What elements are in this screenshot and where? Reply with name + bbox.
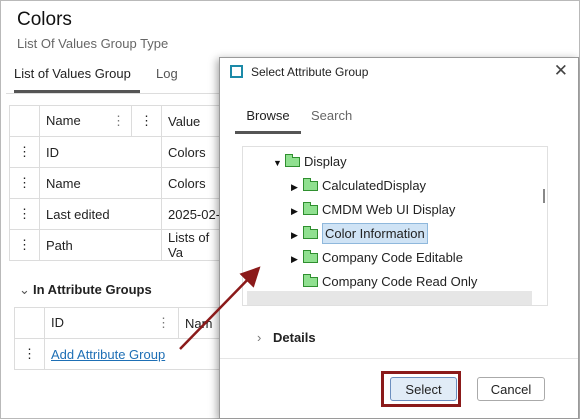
add-cell: Add Attribute Group — [44, 338, 224, 370]
tree-node-label: CMDM Web UI Display — [322, 202, 456, 217]
column-menu-icon[interactable]: ⋮ — [131, 105, 162, 137]
attribute-groups-table: ID ⋮ Nam ⋮ Add Attribute Group — [14, 307, 224, 370]
tab-label: Browse — [246, 108, 290, 123]
drag-handle-icon — [9, 105, 40, 137]
drag-handle-icon[interactable]: ⋮ — [9, 167, 40, 199]
table-row[interactable]: ⋮ Name Colors — [9, 167, 224, 199]
table-row: ⋮ Add Attribute Group — [14, 338, 224, 370]
dialog-window-icon — [230, 65, 243, 78]
properties-table: Name ⋮ ⋮ Value ⋮ ID Colors ⋮ Name Colors… — [9, 105, 224, 261]
chevron-down-icon: ⌄ — [19, 282, 30, 297]
header-label: Nam — [185, 315, 213, 331]
tree-node-color-information[interactable]: ▶ Color Information — [291, 223, 428, 245]
tree-node-company-code-read-only[interactable]: Company Code Read Only — [303, 271, 477, 293]
dialog-tabs: Browse Search — [235, 105, 565, 134]
page-title: Colors — [17, 9, 72, 30]
table-row[interactable]: ⋮ Path Lists of Va — [9, 229, 224, 261]
page-tabs: List of Values Group Log — [6, 66, 226, 94]
header-label: ID — [51, 315, 64, 330]
folder-icon — [285, 154, 300, 167]
header-label: Name — [46, 113, 81, 128]
tree-node-label: Company Code Read Only — [322, 274, 478, 289]
drag-handle-icon[interactable]: ⋮ — [9, 198, 40, 230]
table-header-row: Name ⋮ ⋮ Value — [9, 105, 224, 137]
cell-value: Colors — [161, 136, 224, 168]
cancel-button[interactable]: Cancel — [477, 377, 545, 401]
tab-label: Search — [311, 108, 353, 123]
column-menu-icon[interactable]: ⋮ — [112, 113, 131, 129]
folder-icon — [303, 202, 318, 215]
folder-icon — [303, 226, 318, 239]
cell-value: 2025-02- — [161, 198, 224, 230]
drag-handle-icon[interactable]: ⋮ — [9, 229, 40, 261]
horizontal-scrollbar[interactable] — [247, 291, 532, 305]
tab-label: List of Values Group — [14, 66, 131, 81]
tab-log[interactable]: Log — [156, 66, 178, 93]
table-row[interactable]: ⋮ ID Colors — [9, 136, 224, 168]
select-button[interactable]: Select — [390, 377, 457, 401]
expand-down-icon[interactable]: ▼ — [273, 152, 285, 174]
select-attribute-group-dialog: Select Attribute Group ✕ Browse Search ▼… — [219, 57, 579, 419]
cell-name: Last edited — [39, 198, 162, 230]
tree-node-label: CalculatedDisplay — [322, 178, 427, 193]
details-section-header[interactable]: › Details — [257, 330, 316, 345]
attribute-groups-section-header[interactable]: ⌄ In Attribute Groups — [19, 282, 152, 298]
dialog-title: Select Attribute Group — [251, 65, 369, 79]
tree-node-label-selected: Color Information — [322, 223, 428, 244]
expand-right-icon[interactable]: ▶ — [291, 176, 303, 198]
folder-icon — [303, 178, 318, 191]
folder-icon — [303, 274, 318, 287]
tab-list-of-values-group[interactable]: List of Values Group — [14, 66, 140, 93]
section-title: In Attribute Groups — [33, 282, 152, 297]
close-icon[interactable]: ✕ — [554, 61, 568, 81]
drag-handle-icon[interactable]: ⋮ — [14, 338, 45, 370]
tree-node-display[interactable]: ▼ Display — [273, 151, 347, 173]
column-header-name[interactable]: Name ⋮ — [39, 105, 132, 137]
column-header-name[interactable]: Nam — [178, 307, 224, 339]
column-menu-icon[interactable]: ⋮ — [157, 315, 178, 331]
table-row[interactable]: ⋮ Last edited 2025-02- — [9, 198, 224, 230]
attribute-group-tree: ▼ Display ▶ CalculatedDisplay ▶ CMDM Web UI… — [242, 146, 548, 306]
cell-name: Name — [39, 167, 162, 199]
tree-node-label: Company Code Editable — [322, 250, 463, 265]
cell-name: ID — [39, 136, 162, 168]
tab-search[interactable]: Search — [311, 105, 352, 134]
divider — [220, 358, 578, 359]
tab-label: Log — [156, 66, 178, 81]
tree-node-label: Display — [304, 154, 347, 169]
expand-right-icon[interactable]: ▶ — [291, 224, 303, 246]
cell-value: Lists of Va — [161, 229, 224, 261]
drag-handle-icon[interactable]: ⋮ — [9, 136, 40, 168]
expand-right-icon[interactable]: ▶ — [291, 248, 303, 270]
cell-name: Path — [39, 229, 162, 261]
details-label: Details — [273, 330, 316, 345]
tree-node-company-code-editable[interactable]: ▶ Company Code Editable — [291, 247, 463, 269]
table-header-row: ID ⋮ Nam — [14, 307, 224, 339]
tab-browse[interactable]: Browse — [235, 105, 301, 134]
dialog-titlebar: Select Attribute Group ✕ — [220, 58, 578, 86]
header-label: Value — [168, 113, 201, 129]
vertical-scrollbar[interactable] — [543, 189, 545, 203]
folder-icon — [303, 250, 318, 263]
column-header-value[interactable]: Value — [161, 105, 224, 137]
tree-node-calculateddisplay[interactable]: ▶ CalculatedDisplay — [291, 175, 426, 197]
page-subtitle: List Of Values Group Type — [17, 36, 169, 51]
drag-handle-icon — [14, 307, 45, 339]
tree-node-cmdm-web-ui-display[interactable]: ▶ CMDM Web UI Display — [291, 199, 455, 221]
cell-value: Colors — [161, 167, 224, 199]
add-attribute-group-link[interactable]: Add Attribute Group — [51, 347, 165, 362]
expand-right-icon[interactable]: ▶ — [291, 200, 303, 222]
column-header-id[interactable]: ID ⋮ — [44, 307, 179, 339]
chevron-right-icon: › — [257, 330, 262, 345]
